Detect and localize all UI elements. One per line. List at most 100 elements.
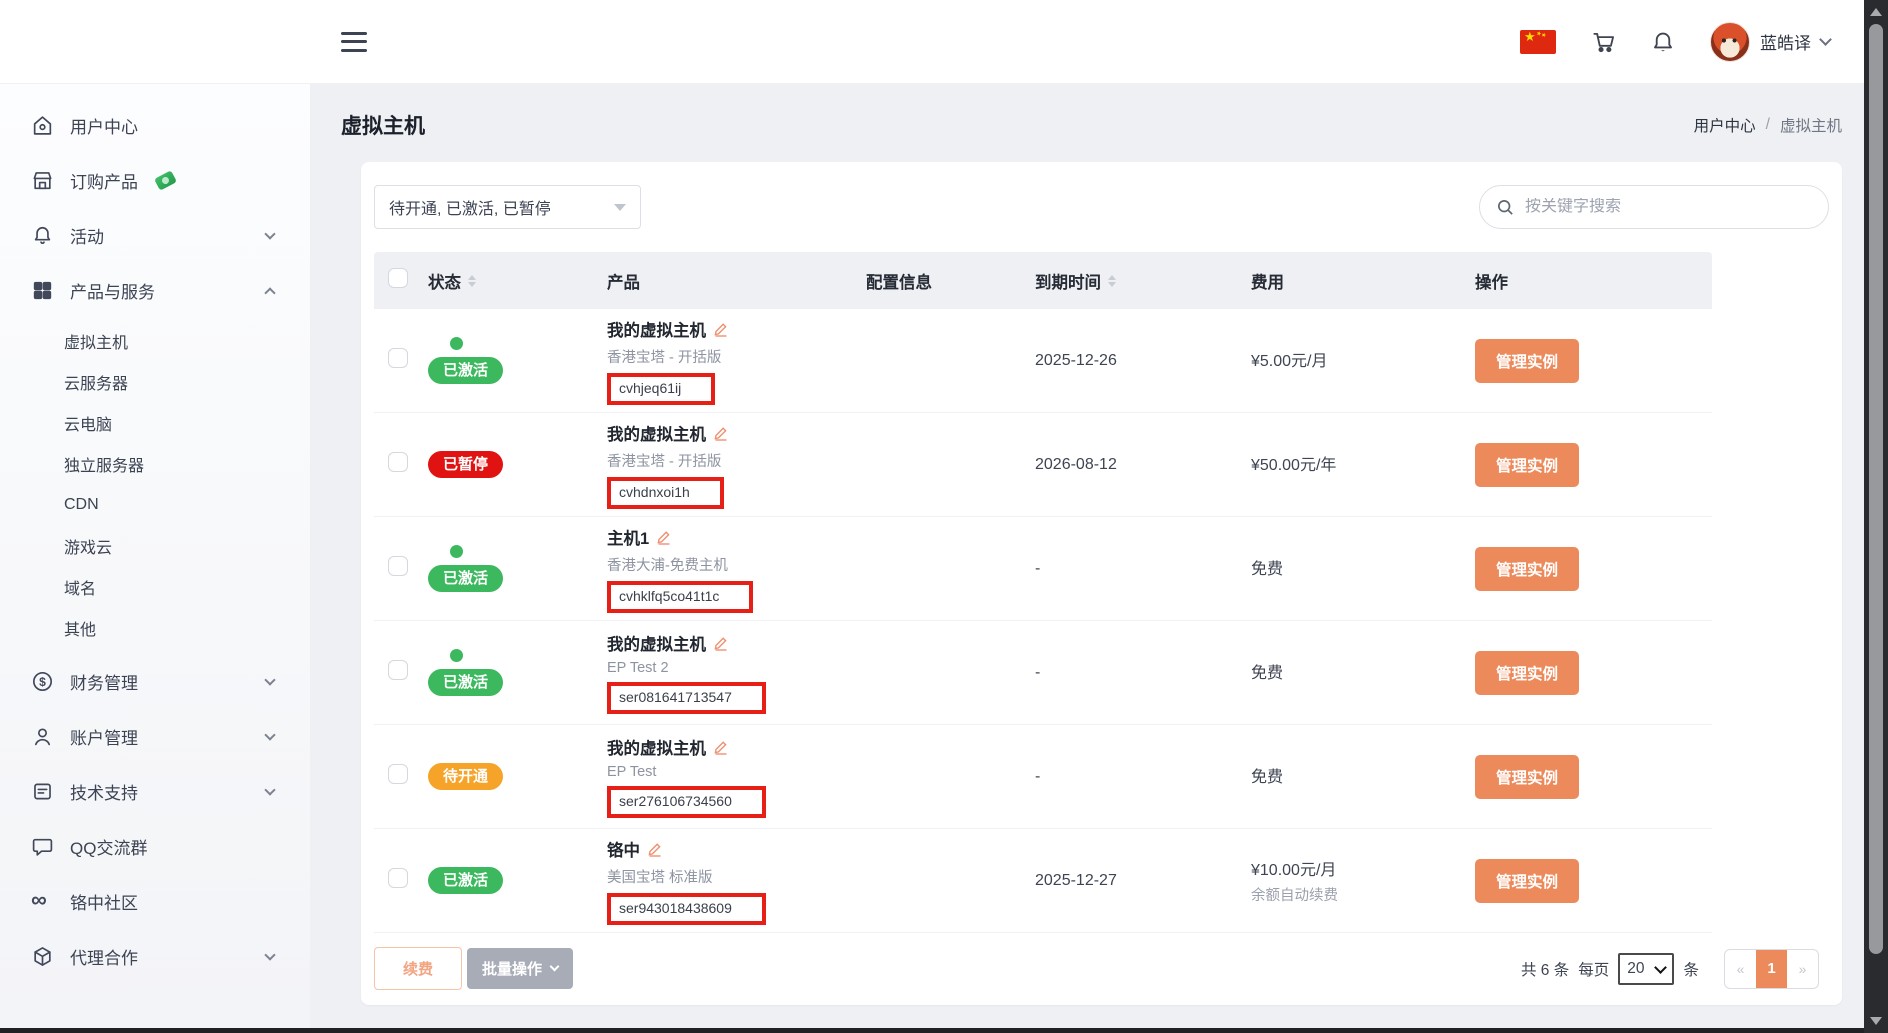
notifications-bell-icon[interactable] [1650, 29, 1676, 55]
browser-scrollbar[interactable] [1864, 0, 1888, 1033]
row-checkbox[interactable] [388, 556, 408, 576]
expire-date: 2026-08-12 [1035, 456, 1251, 474]
sidebar-subitem-virtual-hosting[interactable]: 虚拟主机 [0, 320, 310, 361]
sidebar-item-support[interactable]: 技术支持 [0, 764, 310, 819]
product-name: 我的虚拟主机 [607, 735, 706, 759]
current-page-button[interactable]: 1 [1756, 950, 1787, 988]
server-id-annotation: ser276106734560 [607, 786, 766, 818]
breadcrumb-parent[interactable]: 用户中心 [1694, 114, 1756, 136]
product-plan: 香港大浦-免费主机 [607, 554, 728, 575]
row-checkbox[interactable] [388, 452, 408, 472]
manage-instance-button[interactable]: 管理实例 [1475, 443, 1579, 487]
sidebar-item-products-services[interactable]: 产品与服务 [0, 263, 310, 318]
page-title: 虚拟主机 [341, 110, 425, 140]
hosting-card: 待开通, 已激活, 已暂停 状态 产品 配置信息 到期时间 费用 操作 [361, 162, 1842, 1005]
batch-actions-button[interactable]: 批量操作 [467, 948, 573, 989]
server-id: ser943018438609 [619, 900, 732, 916]
sidebar-item-finance[interactable]: $ 财务管理 [0, 654, 310, 709]
status-badge: 已激活 [428, 867, 503, 894]
sidebar-subitem-dedicated-server[interactable]: 独立服务器 [0, 443, 310, 484]
breadcrumb-current: 虚拟主机 [1780, 114, 1842, 136]
edit-pencil-icon[interactable] [713, 425, 729, 441]
product-name: 铬中 [607, 837, 640, 861]
cart-icon[interactable] [1590, 29, 1616, 55]
online-dot-icon [450, 337, 463, 350]
sort-icon[interactable] [1108, 275, 1116, 287]
edit-pencil-icon[interactable] [647, 841, 663, 857]
edit-pencil-icon[interactable] [713, 739, 729, 755]
row-checkbox[interactable] [388, 660, 408, 680]
row-checkbox[interactable] [388, 868, 408, 888]
store-icon [31, 169, 54, 192]
sidebar-subitem-cloud-server[interactable]: 云服务器 [0, 361, 310, 402]
sidebar-item-qq-group[interactable]: QQ交流群 [0, 819, 310, 874]
manage-instance-button[interactable]: 管理实例 [1475, 547, 1579, 591]
row-checkbox[interactable] [388, 348, 408, 368]
prev-page-button[interactable]: « [1725, 950, 1756, 988]
products-submenu: 虚拟主机 云服务器 云电脑 独立服务器 CDN 游戏云 域名 其他 [0, 318, 310, 654]
sort-icon[interactable] [468, 275, 476, 287]
manage-instance-button[interactable]: 管理实例 [1475, 859, 1579, 903]
server-id-annotation: cvhjeq61ij [607, 373, 715, 405]
sidebar-item-agency[interactable]: 代理合作 [0, 929, 310, 984]
chevron-down-icon [264, 784, 275, 795]
username: 蓝皓译 [1760, 29, 1811, 54]
status-filter-value: 待开通, 已激活, 已暂停 [389, 195, 551, 219]
product-plan: EP Test [607, 764, 656, 780]
user-menu[interactable]: 蓝皓译 [1710, 22, 1830, 62]
edit-pencil-icon[interactable] [713, 635, 729, 651]
sidebar-subitem-other[interactable]: 其他 [0, 607, 310, 648]
manage-instance-button[interactable]: 管理实例 [1475, 339, 1579, 383]
renew-button[interactable]: 续费 [374, 947, 462, 990]
expire-date: 2025-12-27 [1035, 872, 1251, 890]
chevron-down-icon [264, 729, 275, 740]
china-flag-icon[interactable] [1520, 30, 1556, 54]
per-page-select[interactable]: 20 [1618, 953, 1674, 985]
row-checkbox[interactable] [388, 764, 408, 784]
table-footer: 续费 批量操作 共 6 条 每页 20 条 « 1 » [374, 947, 1829, 990]
product-plan: 香港宝塔 - 开括版 [607, 450, 721, 471]
dollar-circle-icon: $ [31, 670, 54, 693]
table-row: 已激活 主机1 香港大浦-免费主机 cvhklfq5co41t1c - 免费 管… [374, 517, 1712, 621]
status-filter-select[interactable]: 待开通, 已激活, 已暂停 [374, 185, 641, 229]
edit-pencil-icon[interactable] [656, 529, 672, 545]
next-page-button[interactable]: » [1787, 950, 1818, 988]
table-row: 已激活 我的虚拟主机 香港宝塔 - 开括版 cvhjeq61ij 2025-12… [374, 309, 1712, 413]
select-all-checkbox[interactable] [388, 268, 408, 288]
bell-icon [31, 224, 54, 247]
product-name: 主机1 [607, 525, 649, 549]
status-badge: 已激活 [428, 357, 503, 384]
breadcrumb: 用户中心 / 虚拟主机 [1694, 114, 1842, 136]
product-name: 我的虚拟主机 [607, 317, 706, 341]
main-content: 虚拟主机 用户中心 / 虚拟主机 待开通, 已激活, 已暂停 状态 产品 配置 [310, 84, 1864, 1028]
total-count: 共 6 条 [1521, 958, 1569, 980]
fee: 免费 [1251, 763, 1475, 787]
sidebar-subitem-cdn[interactable]: CDN [0, 484, 310, 525]
server-id: ser276106734560 [619, 793, 732, 809]
per-page-value: 20 [1627, 960, 1644, 978]
scroll-down-icon[interactable] [1870, 1017, 1882, 1025]
sidebar-item-account[interactable]: 账户管理 [0, 709, 310, 764]
sidebar-subitem-game-cloud[interactable]: 游戏云 [0, 525, 310, 566]
sidebar-subitem-cloud-pc[interactable]: 云电脑 [0, 402, 310, 443]
table-header: 状态 产品 配置信息 到期时间 费用 操作 [374, 252, 1712, 309]
manage-instance-button[interactable]: 管理实例 [1475, 651, 1579, 695]
scrollbar-thumb[interactable] [1869, 24, 1883, 954]
product-plan: 香港宝塔 - 开括版 [607, 346, 721, 367]
scroll-up-icon[interactable] [1870, 8, 1882, 16]
caret-down-icon [614, 204, 626, 211]
sidebar-subitem-domain[interactable]: 域名 [0, 566, 310, 607]
search-input[interactable] [1525, 198, 1795, 216]
sidebar-item-order-products[interactable]: 订购产品 [0, 153, 310, 208]
product-plan: 美国宝塔 标准版 [607, 866, 713, 887]
sidebar-item-community[interactable]: 铬中社区 [0, 874, 310, 929]
fee: 免费 [1251, 659, 1475, 683]
manage-instance-button[interactable]: 管理实例 [1475, 755, 1579, 799]
expire-date: 2025-12-26 [1035, 352, 1251, 370]
server-id: cvhklfq5co41t1c [619, 588, 719, 604]
sidebar-item-activities[interactable]: 活动 [0, 208, 310, 263]
sidebar: 用户中心 订购产品 活动 产品与服务 虚拟主机 云服务器 云电脑 独立服务器 C… [0, 84, 310, 1028]
sidebar-item-user-center[interactable]: 用户中心 [0, 98, 310, 153]
menu-toggle-icon[interactable] [341, 32, 367, 52]
edit-pencil-icon[interactable] [713, 321, 729, 337]
